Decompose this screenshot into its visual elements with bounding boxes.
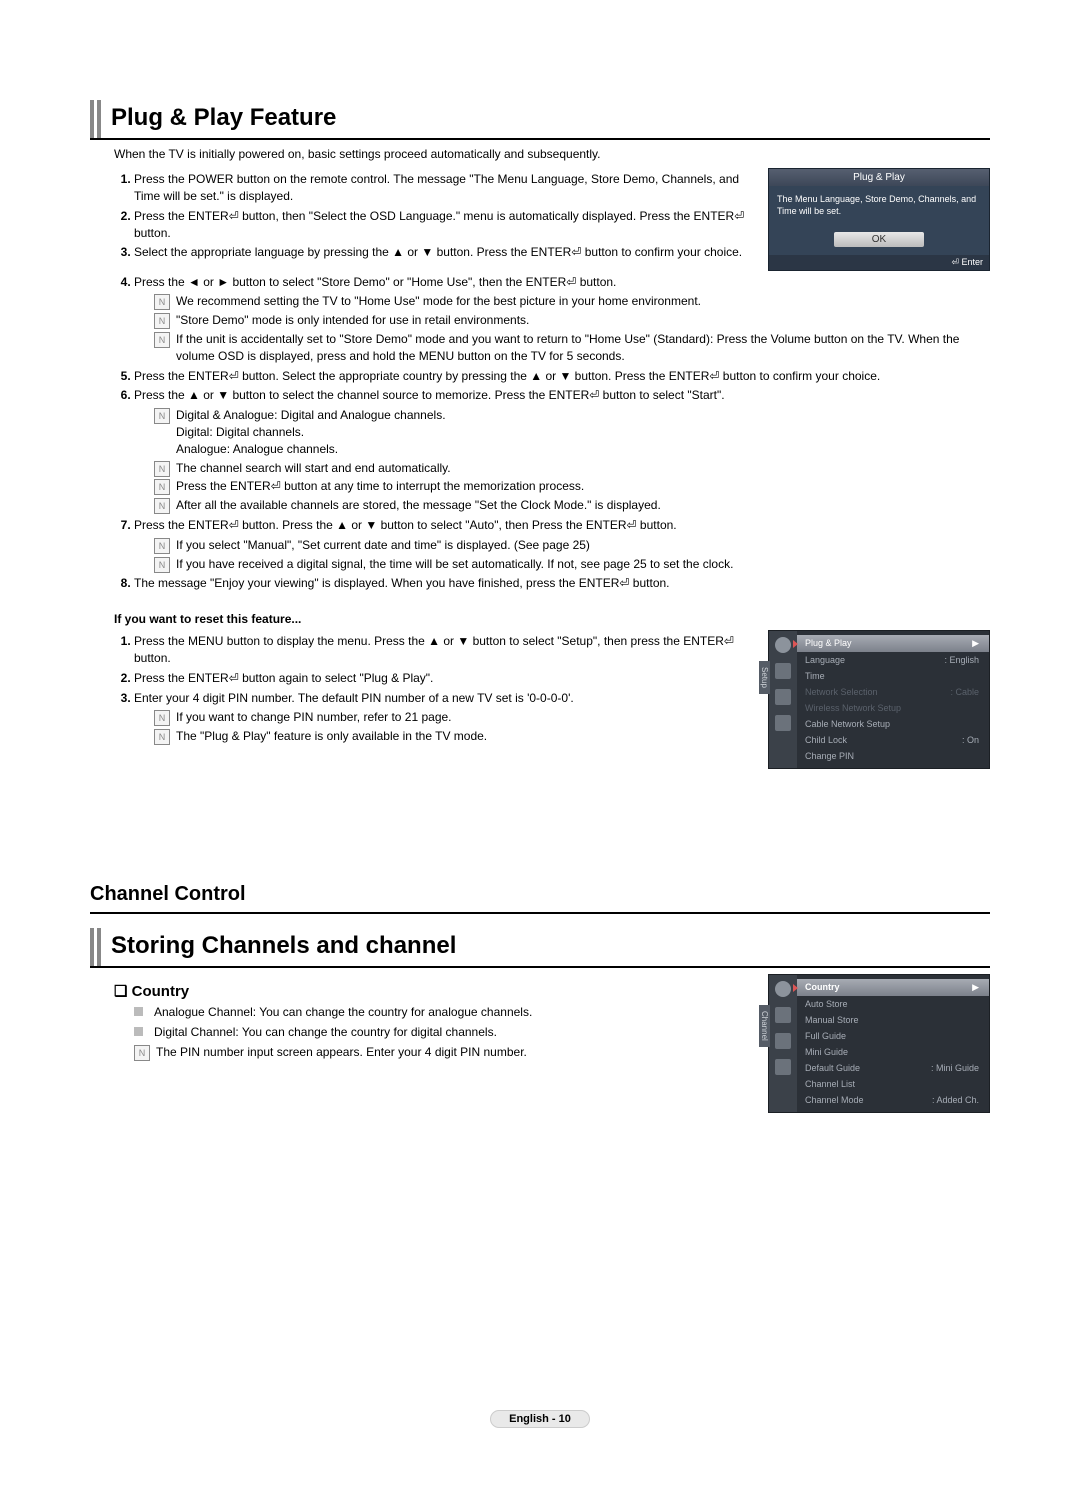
steps-list-cont: Press the ◄ or ► button to select "Store…: [112, 274, 990, 593]
step-6-note-3: Press the ENTER⏎ button at any time to i…: [154, 478, 990, 495]
step-4-text: Press the ◄ or ► button to select "Store…: [134, 275, 616, 289]
section-title-plug-play: Plug & Play Feature: [90, 100, 990, 140]
step-4-note-1: We recommend setting the TV to "Home Use…: [154, 293, 990, 310]
sound-icon[interactable]: [775, 1033, 791, 1049]
step-7-text: Press the ENTER⏎ button. Press the ▲ or …: [134, 518, 677, 532]
reset-3-text: Enter your 4 digit PIN number. The defau…: [134, 691, 574, 705]
steps-list: Press the POWER button on the remote con…: [112, 171, 754, 261]
reset-steps: Press the MENU button to display the men…: [112, 633, 754, 745]
heading-plug-play: Plug & Play Feature: [111, 100, 336, 138]
step-4: Press the ◄ or ► button to select "Store…: [134, 274, 990, 365]
menu-channel-list[interactable]: Channel List: [797, 1076, 989, 1092]
country-note-pin: The PIN number input screen appears. Ent…: [134, 1044, 754, 1061]
menu-time[interactable]: Time: [797, 668, 989, 684]
step-7-note-1: If you select "Manual", "Set current dat…: [154, 537, 990, 554]
menu-language[interactable]: Language : English: [797, 652, 989, 668]
page-footer: English - 10: [0, 1410, 1080, 1428]
menu-country[interactable]: Country▶: [797, 979, 989, 996]
channel-vlabel: Channel: [759, 1005, 770, 1047]
reset-3-note-1: If you want to change PIN number, refer …: [154, 709, 754, 726]
step-3: Select the appropriate language by press…: [134, 244, 754, 261]
menu-cable-setup[interactable]: Cable Network Setup: [797, 716, 989, 732]
menu-manual-store[interactable]: Manual Store: [797, 1012, 989, 1028]
sound-icon[interactable]: [775, 689, 791, 705]
intro-text: When the TV is initially powered on, bas…: [114, 146, 990, 162]
country-digital: Digital Channel: You can change the coun…: [134, 1024, 754, 1041]
country-heading: Country: [114, 982, 754, 1000]
search-icon[interactable]: [775, 981, 791, 997]
heading-channel-control: Channel Control: [90, 879, 246, 912]
dialog-title: Plug & Play: [769, 169, 989, 186]
menu-change-pin[interactable]: Change PIN: [797, 748, 989, 764]
menu-full-guide[interactable]: Full Guide: [797, 1028, 989, 1044]
dialog-ok-button[interactable]: OK: [834, 232, 924, 247]
step-6-note-1: Digital & Analogue: Digital and Analogue…: [154, 407, 990, 457]
step-5: Press the ENTER⏎ button. Select the appr…: [134, 368, 990, 385]
menu-child-lock[interactable]: Child Lock : On: [797, 732, 989, 748]
step-7-note-2: If you have received a digital signal, t…: [154, 556, 990, 573]
menu-plug-play[interactable]: Plug & Play▶: [797, 635, 989, 652]
reset-heading: If you want to reset this feature...: [114, 612, 990, 626]
input-icon[interactable]: [775, 1059, 791, 1075]
step-2: Press the ENTER⏎ button, then "Select th…: [134, 208, 754, 242]
menu-wireless-setup: Wireless Network Setup: [797, 700, 989, 716]
country-analogue: Analogue Channel: You can change the cou…: [134, 1004, 754, 1021]
setup-osd: Setup Plug & Play▶ Language : English Ti…: [768, 630, 990, 769]
gear-icon[interactable]: [775, 1007, 791, 1023]
step-4-note-3: If the unit is accidentally set to "Stor…: [154, 331, 990, 365]
setup-vlabel: Setup: [759, 661, 770, 694]
reset-1: Press the MENU button to display the men…: [134, 633, 754, 667]
step-8: The message "Enjoy your viewing" is disp…: [134, 575, 990, 592]
section-title-storing: Storing Channels and channel: [90, 928, 990, 968]
step-7: Press the ENTER⏎ button. Press the ▲ or …: [134, 517, 990, 572]
step-4-note-2: "Store Demo" mode is only intended for u…: [154, 312, 990, 329]
footer-label: English - 10: [490, 1410, 590, 1428]
reset-3-note-2: The "Plug & Play" feature is only availa…: [154, 728, 754, 745]
step-6-note-2: The channel search will start and end au…: [154, 460, 990, 477]
menu-channel-mode[interactable]: Channel Mode : Added Ch.: [797, 1092, 989, 1108]
heading-storing: Storing Channels and channel: [111, 928, 456, 966]
reset-3: Enter your 4 digit PIN number. The defau…: [134, 690, 754, 745]
menu-network-selection: Network Selection : Cable: [797, 684, 989, 700]
step-6: Press the ▲ or ▼ button to select the ch…: [134, 387, 990, 514]
step-6-text: Press the ▲ or ▼ button to select the ch…: [134, 388, 725, 402]
dialog-message: The Menu Language, Store Demo, Channels,…: [769, 186, 989, 225]
country-list: Analogue Channel: You can change the cou…: [134, 1004, 754, 1041]
menu-auto-store[interactable]: Auto Store: [797, 996, 989, 1012]
picture-icon[interactable]: [775, 637, 791, 653]
channel-osd: Channel Country▶ Auto Store Manual Store…: [768, 974, 990, 1113]
section-title-channel-control: Channel Control: [90, 879, 990, 914]
menu-mini-guide[interactable]: Mini Guide: [797, 1044, 989, 1060]
plug-play-dialog: Plug & Play The Menu Language, Store Dem…: [768, 168, 990, 270]
menu-default-guide[interactable]: Default Guide : Mini Guide: [797, 1060, 989, 1076]
step-6-note-4: After all the available channels are sto…: [154, 497, 990, 514]
gear-icon[interactable]: [775, 663, 791, 679]
dialog-enter-hint: ⏎ Enter: [769, 255, 989, 270]
input-icon[interactable]: [775, 715, 791, 731]
reset-2: Press the ENTER⏎ button again to select …: [134, 670, 754, 687]
step-1: Press the POWER button on the remote con…: [134, 171, 754, 205]
